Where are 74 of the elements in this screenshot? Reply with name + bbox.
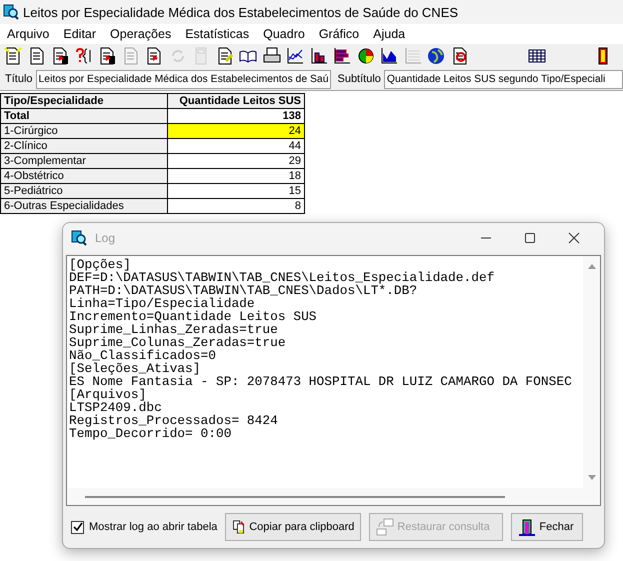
log-line: Suprime_Linhas_Zeradas=true: [69, 323, 278, 336]
globe-icon[interactable]: [427, 47, 445, 65]
row-header: 6-Outras Especialidades: [0, 198, 168, 214]
log-line: Não_Classificados=0: [69, 349, 216, 362]
column-header[interactable]: Quantidade Leitos SUS: [168, 94, 304, 108]
area-chart-icon[interactable]: [380, 47, 398, 65]
document-save-icon[interactable]: [51, 47, 69, 65]
document-save-icon[interactable]: [98, 47, 116, 65]
row-header: 1-Cirúrgico: [0, 124, 168, 138]
clipboard-copy-icon: [232, 518, 246, 536]
line-chart-icon[interactable]: [286, 47, 304, 65]
log-line: ES Nome Fantasia - SP: 2078473 HOSPITAL DR LUIZ CAMARGO DA FONSEC: [69, 375, 573, 388]
menu-item[interactable]: Arquivo: [0, 27, 56, 41]
log-line: Linha=Tipo/Especialidade: [69, 297, 255, 310]
app-logo-icon: [3, 4, 19, 20]
table-cell[interactable]: 15: [168, 184, 304, 198]
edit-document-icon[interactable]: [216, 47, 234, 65]
printer-icon[interactable]: [262, 47, 280, 65]
subtitle-label: Subtítulo: [336, 73, 382, 85]
menu-item[interactable]: Gráfico: [312, 27, 366, 41]
table-cell[interactable]: 138: [168, 108, 304, 124]
table-cell[interactable]: 18: [168, 168, 304, 184]
pie-chart-icon[interactable]: [356, 47, 374, 65]
document-q-icon[interactable]: [450, 47, 468, 65]
title-input-field[interactable]: Leitos por Especialidade Médica dos Estabelecimentos de Saú: [36, 70, 332, 88]
log-line: Tempo_Decorrido= 0:00: [69, 427, 232, 440]
copy-button[interactable]: Copiar para clipboard: [225, 513, 362, 541]
menu-item[interactable]: Quadro: [256, 27, 312, 41]
log-line: PATH=D:\DATASUS\TABWIN\TAB_CNES\Dados\LT*.DB?: [69, 284, 418, 297]
vertical-scrollbar[interactable]: [583, 256, 600, 488]
row-header: 2-Clínico: [0, 138, 168, 154]
log-line: [Arquivos]: [69, 388, 146, 401]
log-line: Suprime_Colunas_Zeradas=true: [69, 336, 287, 349]
new-document-icon[interactable]: [4, 47, 22, 65]
subtitle-input-field[interactable]: Quantidade Leitos SUS segundo Tipo/Especiali: [384, 70, 623, 88]
menu-item[interactable]: Ajuda: [366, 27, 412, 41]
scroll-down-icon[interactable]: [586, 474, 596, 482]
row-header: 5-Pediátrico: [0, 184, 168, 198]
app-logo-icon: [71, 230, 87, 246]
menu-item[interactable]: Operações: [103, 27, 178, 41]
table-cell[interactable]: 8: [168, 198, 304, 214]
log-line: Registros_Processados= 8424: [69, 414, 279, 427]
row-header: 3-Complementar: [0, 154, 168, 168]
checkbox-label: Mostrar log ao abrir tabela: [89, 521, 218, 533]
log-line: DEF=D:\DATASUS\TABWIN\TAB_CNES\Leitos_Especialidade.def: [69, 271, 496, 284]
menu-item[interactable]: Editar: [56, 27, 104, 41]
window-title: Leitos por Especialidade Médica dos Estabelecimentos de Saúde do CNES: [23, 4, 458, 20]
windows-arrow-icon: [376, 518, 394, 536]
menu-item[interactable]: Estatísticas: [178, 27, 256, 41]
document-icon[interactable]: [28, 47, 46, 65]
checkbox[interactable]: [71, 520, 84, 534]
horizontal-scrollbar-thumb[interactable]: [85, 496, 505, 498]
close-icon[interactable]: [568, 232, 580, 244]
close-button[interactable]: Fechar: [511, 513, 584, 541]
maximize-icon[interactable]: [524, 232, 536, 244]
arrow-document-icon[interactable]: [145, 47, 163, 65]
question-braces-icon[interactable]: [74, 47, 92, 65]
dialog-title: Log: [95, 231, 116, 245]
table-cell[interactable]: 24: [168, 124, 304, 138]
column-header[interactable]: Tipo/Especialidade: [0, 94, 168, 108]
row-header: 4-Obstétrico: [0, 168, 168, 184]
door-icon: [518, 518, 536, 536]
title-label: Título: [4, 73, 34, 85]
scroll-up-icon[interactable]: [586, 262, 596, 270]
bar-chart-icon[interactable]: [310, 47, 328, 65]
horizontal-bar-chart-icon[interactable]: [333, 47, 351, 65]
log-line: Incremento=Quantidade Leitos SUS: [69, 310, 318, 323]
table-icon[interactable]: [528, 47, 546, 65]
log-line: LTSP2409.dbc: [69, 401, 162, 414]
table-cell[interactable]: 44: [168, 138, 304, 154]
table-cell[interactable]: 29: [168, 154, 304, 168]
row-header: Total: [0, 108, 168, 124]
log-line: [Opções]: [69, 258, 131, 271]
log-line: [Seleções_Ativas]: [69, 362, 202, 375]
